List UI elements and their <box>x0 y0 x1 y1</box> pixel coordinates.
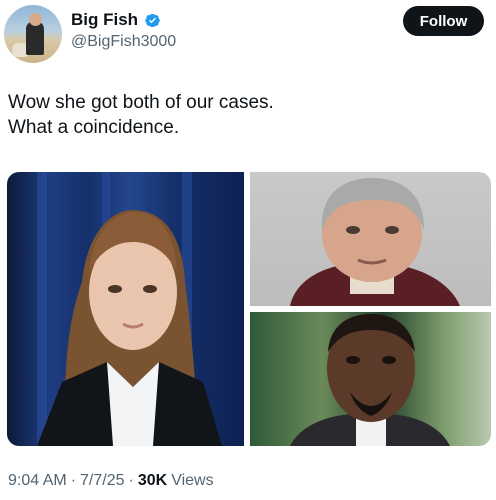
photo-gray-haired-man[interactable] <box>250 172 491 306</box>
meta-separator: · <box>70 472 77 489</box>
tweet-header: Big Fish @BigFish3000 Follow <box>0 0 496 70</box>
photo-man-1-illustration <box>290 178 460 306</box>
tweet-date[interactable]: 7/7/25 <box>80 472 124 490</box>
tweet-meta: 9:04 AM · 7/7/25 · 30K Views <box>8 472 214 490</box>
photo-bald-man-beard[interactable] <box>250 312 491 446</box>
media-grid <box>7 172 491 446</box>
views-label: Views <box>171 472 214 489</box>
avatar-person <box>26 21 44 55</box>
tweet-text-line-2: What a coincidence. <box>8 117 180 138</box>
views-count[interactable]: 30K <box>138 472 167 490</box>
user-handle[interactable]: @BigFish3000 <box>71 33 176 51</box>
verified-badge-icon <box>145 13 160 27</box>
meta-separator: · <box>128 472 134 489</box>
name-row: Big Fish <box>71 9 161 31</box>
photo-man-2-illustration <box>290 314 450 446</box>
display-name[interactable]: Big Fish <box>71 10 138 30</box>
tweet-text-line-1: Wow she got both of our cases. <box>8 92 274 113</box>
tweet-text: Wow she got both of our cases. What a co… <box>8 90 478 140</box>
avatar[interactable] <box>4 5 62 63</box>
avatar-head <box>29 13 42 26</box>
photo-woman-courtroom[interactable] <box>7 172 244 446</box>
tweet-time[interactable]: 9:04 AM <box>8 472 67 490</box>
photo-woman-illustration <box>37 172 222 446</box>
follow-button[interactable]: Follow <box>403 6 484 36</box>
